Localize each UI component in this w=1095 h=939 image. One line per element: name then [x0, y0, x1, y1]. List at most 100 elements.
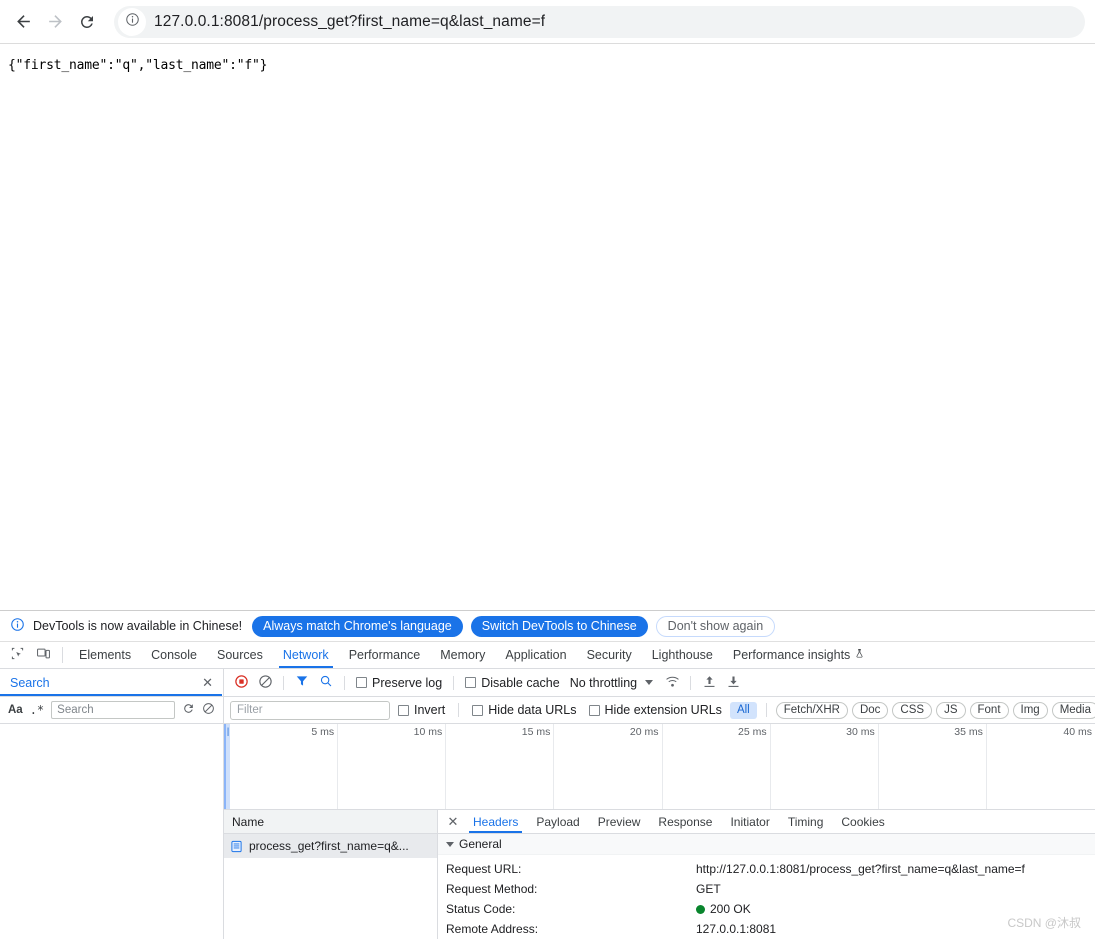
filter-chip-css[interactable]: CSS [892, 701, 933, 719]
network-conditions-button[interactable] [661, 672, 683, 694]
hide-extension-urls-label: Hide extension URLs [604, 703, 722, 717]
detail-tab-cookies[interactable]: Cookies [832, 810, 893, 833]
checkbox-box [356, 677, 367, 688]
search-and-network-toolbar: Search ✕ Preserve log Disable cache No t… [0, 669, 1095, 697]
disable-cache-checkbox[interactable]: Disable cache [465, 676, 560, 690]
search-drawer-tab[interactable]: Search ✕ [0, 669, 224, 696]
tab-application[interactable]: Application [495, 642, 576, 668]
filter-chip-font[interactable]: Font [969, 701, 1009, 719]
tab-network[interactable]: Network [273, 642, 339, 668]
document-icon [230, 840, 243, 853]
timeline-ruler: 5 ms 10 ms 15 ms 20 ms 25 ms 30 ms 35 ms… [230, 724, 1095, 809]
checkbox-box [588, 704, 600, 716]
detail-tab-headers[interactable]: Headers [464, 810, 527, 833]
filter-input[interactable]: Filter [230, 700, 390, 720]
detail-tab-timing[interactable]: Timing [779, 810, 833, 833]
tab-elements[interactable]: Elements [69, 642, 141, 668]
invert-checkbox[interactable]: Invert [398, 703, 445, 717]
toolbar-divider [283, 675, 284, 690]
search-tab-label: Search [10, 675, 50, 690]
hide-data-urls-checkbox[interactable]: Hide data URLs [472, 703, 577, 717]
detail-tab-preview[interactable]: Preview [589, 810, 650, 833]
inspect-element-icon [10, 646, 25, 664]
checkbox-box [472, 704, 484, 716]
status-text: 200 OK [710, 902, 751, 916]
header-row-request-url: Request URL: http://127.0.0.1:8081/proce… [438, 859, 1095, 879]
status-ok-icon [696, 904, 705, 914]
general-section-header[interactable]: General [438, 834, 1095, 855]
filter-chip-js[interactable]: JS [936, 701, 966, 719]
tab-memory[interactable]: Memory [430, 642, 495, 668]
url-text: 127.0.0.1:8081/process_get?first_name=q&… [154, 12, 546, 30]
always-match-language-button[interactable]: Always match Chrome's language [252, 615, 463, 637]
column-header-name[interactable]: Name [224, 810, 437, 834]
chevron-down-icon[interactable] [645, 680, 654, 685]
tab-performance[interactable]: Performance [339, 642, 431, 668]
timeline-tick: 35 ms [954, 726, 983, 738]
search-input[interactable]: Search [51, 701, 175, 719]
back-button[interactable] [8, 7, 38, 37]
detail-tab-initiator[interactable]: Initiator [721, 810, 778, 833]
switch-devtools-language-button[interactable]: Switch DevTools to Chinese [470, 615, 648, 637]
timeline-tick: 5 ms [311, 726, 335, 738]
invert-label: Invert [414, 703, 446, 717]
tab-sources[interactable]: Sources [207, 642, 273, 668]
regex-button[interactable]: .* [30, 703, 44, 717]
header-row-remote-address: Remote Address: 127.0.0.1:8081 [438, 919, 1095, 939]
toolbar-divider-3 [453, 675, 455, 690]
search-options: Aa .* Search [0, 697, 224, 723]
filter-chip-all[interactable]: All [729, 701, 757, 719]
arrow-left-icon [14, 12, 33, 31]
tabstrip-divider [62, 647, 63, 663]
tab-lighthouse[interactable]: Lighthouse [642, 642, 723, 668]
detail-tab-response[interactable]: Response [649, 810, 721, 833]
preserve-log-checkbox[interactable]: Preserve log [356, 676, 442, 690]
close-icon[interactable]: ✕ [202, 676, 213, 689]
tab-performance-insights[interactable]: Performance insights [723, 642, 875, 668]
hide-extension-urls-checkbox[interactable]: Hide extension URLs [588, 703, 722, 717]
devtools-panel: DevTools is now available in Chinese! Al… [0, 610, 1095, 939]
header-row-status-code: Status Code: 200 OK [438, 899, 1095, 919]
throttling-select[interactable]: No throttling [570, 676, 637, 690]
match-case-button[interactable]: Aa [8, 704, 23, 716]
table-row[interactable]: process_get?first_name=q&... [224, 834, 437, 858]
import-har-button[interactable] [698, 672, 720, 694]
toolbar-divider-2 [344, 675, 345, 690]
timeline-tick: 30 ms [846, 726, 875, 738]
page-info-button[interactable] [118, 7, 146, 36]
device-toolbar-button[interactable] [30, 642, 56, 668]
close-icon[interactable]: ✕ [442, 810, 464, 833]
header-key: Request URL: [446, 862, 522, 876]
info-circle-icon [10, 617, 25, 635]
devtools-body: | 5 ms 10 ms 15 ms 20 ms 25 ms 30 ms 35 … [0, 724, 1095, 939]
network-overview: | 5 ms 10 ms 15 ms 20 ms 25 ms 30 ms 35 … [224, 724, 1095, 810]
filter-chip-doc[interactable]: Doc [851, 701, 889, 719]
tab-console[interactable]: Console [141, 642, 207, 668]
reload-button[interactable] [72, 7, 102, 37]
filter-chip-img[interactable]: Img [1012, 701, 1048, 719]
filter-chip-media[interactable]: Media [1051, 701, 1095, 719]
address-bar[interactable]: 127.0.0.1:8081/process_get?first_name=q&… [114, 5, 1085, 38]
dont-show-again-button[interactable]: Don't show again [655, 615, 776, 637]
toolbar-divider-4 [690, 675, 692, 690]
detail-tab-payload[interactable]: Payload [527, 810, 588, 833]
network-toolbar: Preserve log Disable cache No throttling [224, 669, 1095, 696]
filter-chip-fetch-xhr[interactable]: Fetch/XHR [775, 701, 848, 719]
search-requests-button[interactable] [315, 672, 337, 694]
record-button[interactable] [230, 672, 252, 694]
export-har-button[interactable] [722, 672, 744, 694]
filter-button[interactable] [291, 672, 313, 694]
flask-icon [854, 648, 865, 662]
inspect-element-button[interactable] [4, 642, 30, 668]
timeline-tick: 20 ms [629, 726, 659, 738]
forward-button[interactable] [40, 7, 70, 37]
refresh-icon[interactable] [182, 702, 195, 718]
reload-icon [78, 13, 96, 31]
browser-toolbar: 127.0.0.1:8081/process_get?first_name=q&… [0, 0, 1095, 44]
clear-icon[interactable] [202, 702, 215, 718]
timeline-tick: 40 ms [1063, 726, 1092, 738]
tab-security[interactable]: Security [577, 642, 642, 668]
timeline-tick: 25 ms [738, 726, 767, 738]
clear-network-button[interactable] [254, 672, 276, 694]
request-detail-pane: ✕ Headers Payload Preview Response Initi… [438, 810, 1095, 939]
